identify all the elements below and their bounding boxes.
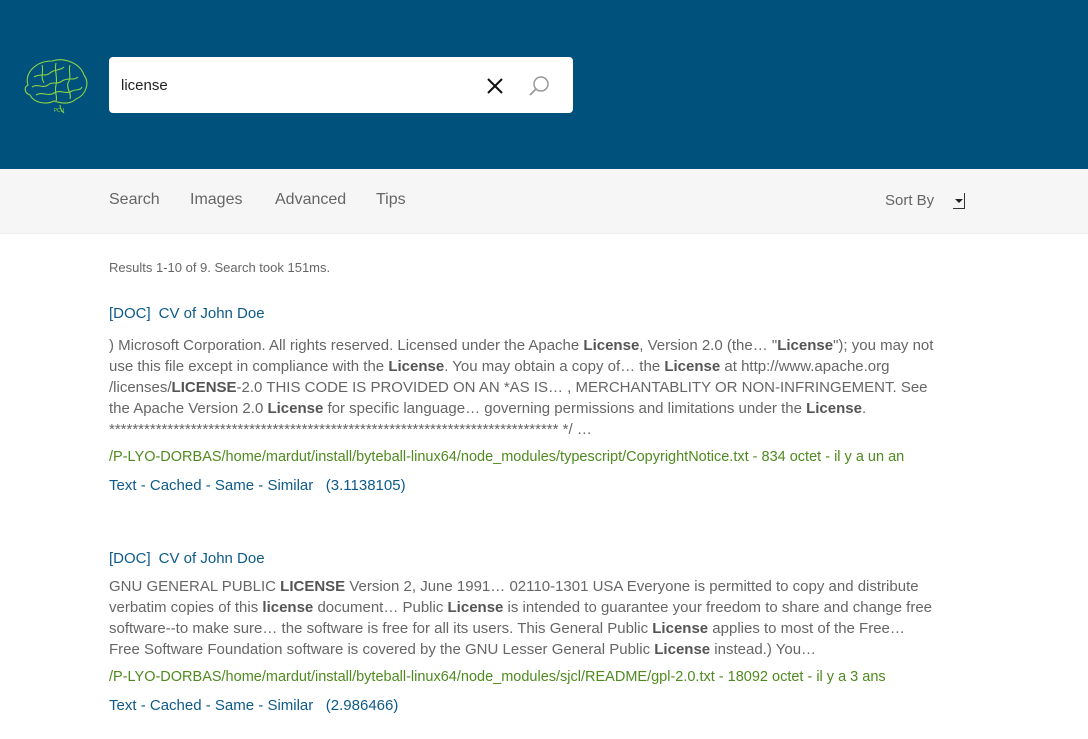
cached-link[interactable]: Cached — [150, 697, 202, 714]
navbar: Search Images Advanced Tips Sort By — [0, 169, 1088, 234]
header: PCU — [0, 0, 1088, 169]
same-link[interactable]: Same — [215, 477, 254, 494]
result-snippet: GNU GENERAL PUBLIC LICENSE Version 2, Ju… — [109, 578, 933, 658]
result-url: /P-LYO-DORBAS/home/mardut/install/byteba… — [109, 668, 939, 687]
result-meta: - 834 octet - il y a un an — [748, 449, 905, 465]
result-title: CV of John Doe — [158, 550, 265, 567]
sort-by-dropdown[interactable] — [953, 193, 965, 209]
search-result: [DOC] CV of John Doe GNU GENERAL PUBLIC L… — [109, 550, 939, 714]
similar-link[interactable]: Similar — [267, 477, 313, 494]
doc-type-badge: [DOC] — [109, 305, 151, 322]
sort-by-label: Sort By — [885, 192, 935, 209]
cached-link[interactable]: Cached — [150, 477, 202, 494]
result-path: /P-LYO-DORBAS/home/mardut/install/byteba… — [109, 449, 749, 465]
text-link[interactable]: Text — [109, 477, 137, 494]
tab-images[interactable]: Images — [190, 191, 242, 209]
result-title-link[interactable]: [DOC] CV of John Doe — [109, 305, 939, 322]
result-title-link[interactable]: [DOC] CV of John Doe — [109, 550, 939, 567]
search-input[interactable] — [121, 71, 471, 99]
result-meta: - 18092 octet - il y a 3 ans — [714, 669, 886, 685]
tab-tips[interactable]: Tips — [376, 191, 406, 209]
result-path: /P-LYO-DORBAS/home/mardut/install/byteba… — [109, 669, 715, 685]
same-link[interactable]: Same — [215, 697, 254, 714]
result-links: Text - Cached - Same - Similar (2.986466… — [109, 697, 399, 714]
search-result: [DOC] CV of John Doe ) Microsoft Corporat… — [109, 305, 939, 494]
search-box — [109, 57, 573, 113]
tab-advanced[interactable]: Advanced — [275, 191, 346, 209]
result-title: CV of John Doe — [158, 305, 265, 322]
result-score: (2.986466) — [325, 697, 399, 714]
tab-search[interactable]: Search — [109, 191, 160, 209]
brain-logo[interactable]: PCU — [20, 55, 92, 115]
search-icon[interactable] — [527, 74, 551, 98]
similar-link[interactable]: Similar — [267, 697, 313, 714]
result-url: /P-LYO-DORBAS/home/mardut/install/byteba… — [109, 448, 939, 467]
result-score: (3.1138105) — [325, 477, 406, 494]
results-summary: Results 1-10 of 9. Search took 151ms. — [109, 260, 331, 275]
result-links: Text - Cached - Same - Similar (3.113810… — [109, 477, 406, 494]
clear-icon[interactable] — [485, 76, 505, 96]
doc-type-badge: [DOC] — [109, 550, 151, 567]
logo-text: PCU — [54, 108, 65, 114]
result-snippet: ) Microsoft Corporation. All rights rese… — [109, 337, 934, 438]
text-link[interactable]: Text — [109, 697, 137, 714]
